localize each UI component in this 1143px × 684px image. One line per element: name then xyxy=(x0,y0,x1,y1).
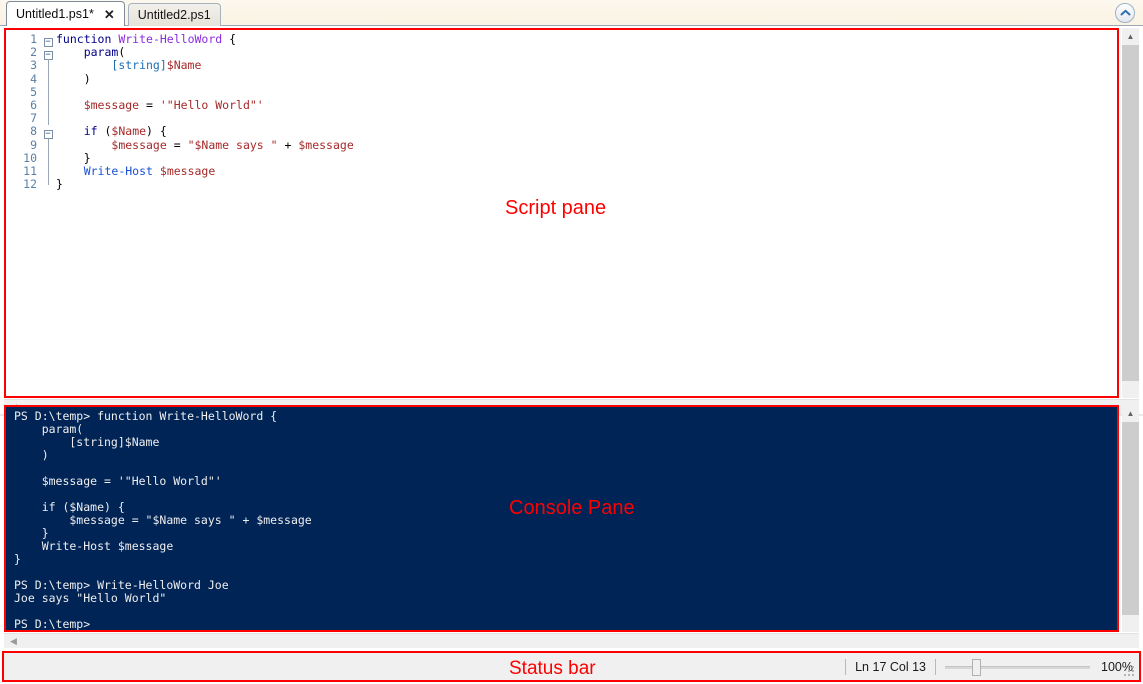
line-number: 12 xyxy=(23,177,37,192)
script-pane-annotation: Script pane xyxy=(505,197,607,219)
line-number: 8 xyxy=(30,124,37,139)
zoom-slider[interactable] xyxy=(945,658,1090,676)
fold-marker[interactable]: − xyxy=(40,125,56,140)
code-line: 8 − if ($Name) { xyxy=(6,124,1117,140)
line-number: 10 xyxy=(23,150,37,165)
console-pane-vertical-scrollbar[interactable]: ▲ ▼ xyxy=(1122,405,1139,632)
script-pane-vertical-scrollbar[interactable]: ▲ ▼ xyxy=(1122,28,1139,398)
code-text: $message = "$Name says " + $message xyxy=(111,137,354,152)
code-line: 3 [string]$Name xyxy=(6,58,1117,73)
fold-marker[interactable]: − xyxy=(40,33,56,47)
scroll-up-icon[interactable]: ▲ xyxy=(1122,28,1139,45)
divider xyxy=(935,658,936,675)
code-text: } xyxy=(56,177,63,192)
zoom-slider-thumb[interactable] xyxy=(972,658,981,676)
close-icon[interactable]: ✕ xyxy=(104,8,115,21)
chevron-up-glyph xyxy=(1120,9,1130,16)
scrollbar-thumb[interactable] xyxy=(1122,422,1139,615)
code-line: 7 xyxy=(6,111,1117,126)
line-number: 3 xyxy=(30,58,37,73)
script-editor[interactable]: 1 − function Write-HelloWord { 2 − param… xyxy=(6,30,1117,191)
tab-untitled1[interactable]: Untitled1.ps1* ✕ xyxy=(6,1,125,26)
zoom-slider-track[interactable] xyxy=(945,665,1090,669)
code-line: 9 $message = "$Name says " + $message xyxy=(6,137,1117,152)
fold-marker[interactable]: − xyxy=(40,46,56,61)
code-line: 11 Write-Host $message xyxy=(6,163,1117,179)
scrollbar-thumb[interactable] xyxy=(1122,45,1139,381)
code-line: 12 } xyxy=(6,177,1117,192)
status-bar-annotation: Status bar xyxy=(509,658,596,679)
console-pane-horizontal-scrollbar[interactable]: ◀ xyxy=(4,633,1139,648)
divider xyxy=(845,658,847,675)
code-text: [string]$Name xyxy=(111,58,202,73)
tab-list: Untitled1.ps1* ✕ Untitled2.ps1 xyxy=(6,1,224,26)
chevron-up-circle-icon[interactable] xyxy=(1115,3,1135,23)
scroll-left-icon[interactable]: ◀ xyxy=(6,634,21,649)
code-text: $message = '"Hello World"' xyxy=(83,97,264,112)
scroll-up-icon[interactable]: ▲ xyxy=(1122,405,1139,422)
tab-strip: Untitled1.ps1* ✕ Untitled2.ps1 xyxy=(0,0,1143,26)
resize-grip-icon[interactable] xyxy=(1123,665,1136,678)
code-text: Write-Host $message xyxy=(83,163,216,178)
tab-untitled2[interactable]: Untitled2.ps1 xyxy=(127,3,221,26)
line-number: 9 xyxy=(30,137,37,152)
status-bar-right-group: Ln 17 Col 13 100% xyxy=(845,653,1133,680)
tab-label: Untitled1.ps1* xyxy=(16,7,94,21)
console-pane-annotation: Console Pane xyxy=(509,497,635,519)
tab-label: Untitled2.ps1 xyxy=(137,8,211,22)
code-text: ) xyxy=(56,71,91,86)
line-column-indicator: Ln 17 Col 13 xyxy=(855,659,926,674)
line-number: 5 xyxy=(30,84,37,99)
code-line: 6 $message = '"Hello World"' xyxy=(6,97,1117,113)
fold-guide xyxy=(40,178,56,191)
code-line: 1 − function Write-HelloWord { xyxy=(6,32,1117,47)
status-bar: Status bar Ln 17 Col 13 100% xyxy=(2,651,1141,682)
code-line: 4 ) xyxy=(6,71,1117,86)
line-number: 4 xyxy=(30,71,37,86)
